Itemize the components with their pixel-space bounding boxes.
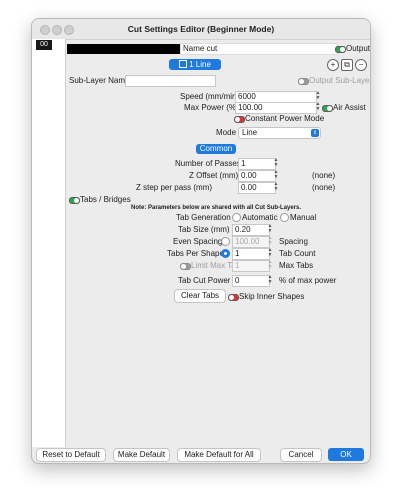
make-default-button[interactable]: Make Default <box>113 448 170 462</box>
air-assist-label: Air Assist <box>333 103 366 112</box>
mode-select[interactable]: Line ⇕ <box>238 127 321 139</box>
output-label: Output <box>346 44 371 53</box>
chevron-updown-icon: ⇕ <box>311 129 319 137</box>
tab-size-input[interactable]: 0.20 <box>232 224 270 236</box>
speed-label: Speed (mm/min) <box>180 92 240 101</box>
output-toggle[interactable] <box>335 46 346 53</box>
sub-layer-button-label: 1 Line <box>189 60 211 69</box>
automatic-radio[interactable] <box>232 213 241 222</box>
mode-value: Line <box>242 128 258 137</box>
ok-button[interactable]: OK <box>328 448 364 461</box>
sub-layer-name-input[interactable] <box>125 75 216 87</box>
tab-common[interactable]: Common <box>196 144 236 154</box>
tabs-per-shape-label: Tabs Per Shape <box>167 249 224 258</box>
max-power-label: Max Power (%) <box>184 103 239 112</box>
air-assist-toggle[interactable] <box>322 105 333 112</box>
cancel-button[interactable]: Cancel <box>280 448 322 462</box>
z-offset-label: Z Offset (mm) <box>189 171 239 180</box>
add-sub-layer-icon[interactable]: + <box>327 59 339 71</box>
z-step-suffix: (none) <box>312 183 336 192</box>
even-spacing-input[interactable]: 100.00 <box>232 236 270 248</box>
speed-stepper[interactable]: ▲ ▼ <box>315 91 321 101</box>
tabs-bridges-label: Tabs / Bridges <box>80 195 131 204</box>
tab-size-label: Tab Size (mm) <box>178 225 230 234</box>
footer-bar: Reset to Default Make Default Make Defau… <box>32 447 370 463</box>
title-bar: Cut Settings Editor (Beginner Mode) <box>32 19 370 40</box>
tab-count-suffix: Tab Count <box>279 249 316 258</box>
output-sub-layer-toggle[interactable] <box>298 78 309 85</box>
tab-cut-power-label: Tab Cut Power <box>178 276 231 285</box>
manual-label: Manual <box>290 213 317 222</box>
sub-layer-icon <box>179 60 188 68</box>
sub-layer-name-label: Sub-Layer Name <box>69 76 130 85</box>
skip-inner-shapes-label: Skip Inner Shapes <box>239 292 305 301</box>
tab-generation-label: Tab Generation <box>176 213 231 222</box>
sub-layer-button[interactable]: 1 Line <box>169 59 221 70</box>
constant-power-label: Constant Power Mode <box>245 114 325 123</box>
max-power-stepper[interactable]: ▲ ▼ <box>315 102 321 112</box>
max-power-input[interactable]: 100.00 <box>235 102 317 114</box>
remove-sub-layer-icon[interactable]: − <box>355 59 367 71</box>
z-step-input[interactable]: 0.00 <box>238 182 276 194</box>
duplicate-sub-layer-icon[interactable]: ⧉ <box>341 59 353 71</box>
tabs-per-shape-stepper[interactable]: ▲ ▼ <box>267 248 273 258</box>
even-spacing-stepper[interactable]: ▲ ▼ <box>267 236 273 246</box>
layer-list: 00 <box>32 39 66 447</box>
shared-params-note: Note: Parameters below are shared with a… <box>131 205 302 211</box>
spacing-suffix: Spacing <box>279 237 308 246</box>
max-tabs-suffix: Max Tabs <box>279 261 314 270</box>
z-offset-input[interactable]: 0.00 <box>238 170 276 182</box>
tabs-per-shape-input[interactable]: 1 <box>232 248 270 260</box>
make-default-for-all-button[interactable]: Make Default for All <box>177 448 261 462</box>
z-offset-stepper[interactable]: ▲ ▼ <box>273 170 279 180</box>
skip-inner-shapes-toggle[interactable] <box>228 294 239 301</box>
z-step-stepper[interactable]: ▲ ▼ <box>273 182 279 192</box>
tab-cut-power-input[interactable]: 0 <box>232 275 270 287</box>
mode-label: Mode <box>216 128 237 137</box>
layer-name-field[interactable]: Name cut <box>180 43 338 55</box>
max-tabs-input[interactable]: 1 <box>232 260 270 272</box>
window-title: Cut Settings Editor (Beginner Mode) <box>127 24 275 34</box>
passes-stepper[interactable]: ▲ ▼ <box>273 158 279 168</box>
constant-power-toggle[interactable] <box>234 116 245 123</box>
cut-power-suffix: % of max power <box>279 276 337 285</box>
layer-color-swatch <box>67 44 180 54</box>
automatic-label: Automatic <box>242 213 278 222</box>
tab-cut-power-stepper[interactable]: ▲ ▼ <box>267 275 273 285</box>
manual-radio[interactable] <box>280 213 289 222</box>
clear-tabs-button[interactable]: Clear Tabs <box>174 289 226 303</box>
layer-item-00[interactable]: 00 <box>36 40 52 50</box>
output-sub-layer-label: Output Sub-Layer <box>309 76 371 85</box>
passes-input[interactable]: 1 <box>238 158 276 170</box>
z-step-label: Z step per pass (mm) <box>136 183 213 192</box>
even-spacing-radio[interactable] <box>221 237 230 246</box>
tab-size-stepper[interactable]: ▲ ▼ <box>267 224 273 234</box>
max-tabs-stepper[interactable]: ▲ ▼ <box>267 260 273 270</box>
tabs-per-shape-radio[interactable] <box>221 249 230 258</box>
tabs-bridges-toggle[interactable] <box>69 197 80 204</box>
even-spacing-label: Even Spacing <box>173 237 223 246</box>
reset-to-default-button[interactable]: Reset to Default <box>36 448 106 462</box>
passes-label: Number of Passes <box>175 159 241 168</box>
z-offset-suffix: (none) <box>312 171 336 180</box>
cut-settings-window: Cut Settings Editor (Beginner Mode) 00 N… <box>31 18 371 464</box>
limit-max-tabs-toggle[interactable] <box>180 263 191 270</box>
